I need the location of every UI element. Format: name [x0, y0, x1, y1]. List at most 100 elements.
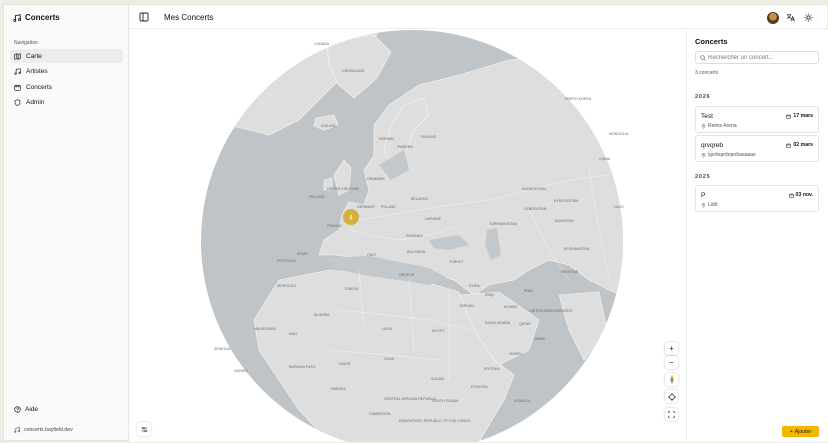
concert-card[interactable]: P 03 nov. Lddl: [695, 185, 819, 212]
map-label: PAKISTAN: [561, 270, 579, 274]
map-label: SYRIA: [469, 284, 480, 288]
map-label: IRAN: [524, 289, 533, 293]
concert-cluster-marker[interactable]: 4: [343, 209, 359, 225]
sidebar-item-label: Admin: [26, 99, 45, 106]
concert-date: 03 nov.: [788, 192, 813, 198]
map-label: SUDAN: [431, 377, 444, 381]
map-label: CAMEROON: [369, 412, 391, 416]
footer-link-label: concerts.bayfield.dev: [24, 427, 73, 433]
map-label: CANADA: [314, 42, 330, 46]
map-label: UNITED KINGDOM: [327, 187, 359, 191]
map-label: MOROCCO: [277, 284, 296, 288]
sidebar-item-label: Artistes: [26, 68, 48, 75]
map-label: DENMARK: [367, 177, 386, 181]
compass-icon: [669, 375, 674, 384]
footer-site-link[interactable]: concerts.bayfield.dev: [14, 427, 73, 433]
map-label: BURKINA FASO: [289, 365, 316, 369]
map-label: GREECE: [399, 273, 415, 277]
calendar-icon: [786, 143, 792, 148]
add-concert-button[interactable]: + Ajouter: [782, 426, 819, 437]
map-label: GREENLAND: [342, 69, 365, 73]
concert-card[interactable]: Test 17 mars Reims Arena: [695, 106, 819, 133]
map-settings-button[interactable]: [137, 422, 151, 436]
concert-venue: Lddl: [701, 202, 717, 208]
zoom-out-button[interactable]: −: [665, 356, 678, 369]
year-heading: 2025: [695, 174, 711, 180]
concert-card[interactable]: qrvqreb 02 mars igerbqerbqerbaaaaas: [695, 135, 819, 162]
concert-venue-text: Reims Arena: [708, 123, 737, 129]
translate-icon[interactable]: [786, 13, 795, 22]
map-label: UNITED ARAB EMIRATES: [529, 309, 573, 313]
map-label: MONGOLIA: [609, 132, 629, 136]
concert-name: Test: [701, 113, 713, 120]
map-label: TURKEY: [449, 260, 464, 264]
map-label: AFGHANISTAN: [564, 247, 590, 251]
sidebar-item-concerts[interactable]: Concerts: [10, 80, 123, 94]
map-label: FRANCE: [327, 224, 342, 228]
map-label: LIBYA: [382, 327, 393, 331]
map-icon: [14, 52, 21, 60]
sidebar-item-artistes[interactable]: Artistes: [10, 65, 123, 79]
map-label: TAJIKISTAN: [554, 219, 574, 223]
map-view[interactable]: CANADA GREENLAND ICELAND NORWAY SWEDEN F…: [129, 30, 686, 442]
map-label: IRAQ: [485, 293, 494, 297]
zoom-in-button[interactable]: +: [665, 342, 678, 355]
panel-title: Concerts: [695, 37, 728, 46]
app-title: Concerts: [25, 13, 60, 22]
calendar-icon: [788, 193, 794, 198]
minus-icon: −: [669, 358, 674, 367]
compass-button[interactable]: [665, 373, 678, 386]
concert-venue: igerbqerbqerbaaaaas: [701, 152, 756, 158]
map-label: BULGARIA: [407, 250, 426, 254]
map-label: ALGERIA: [314, 313, 330, 317]
concert-date-text: 02 mars: [793, 142, 813, 148]
page-title: Mes Concerts: [164, 13, 214, 22]
plus-icon: +: [669, 344, 674, 353]
sidebar-toggle-icon[interactable]: [139, 12, 149, 22]
search-box[interactable]: [695, 51, 819, 64]
year-heading: 2026: [695, 94, 711, 100]
map-label: UKRAINE: [425, 217, 442, 221]
app-brand[interactable]: Concerts: [13, 13, 60, 22]
map-label: ERITREA: [484, 367, 500, 371]
fullscreen-button[interactable]: [665, 408, 678, 421]
map-label: SAUDI ARABIA: [485, 321, 511, 325]
concert-venue-text: Lddl: [708, 202, 718, 208]
add-concert-label: Ajouter: [794, 428, 812, 435]
avatar[interactable]: [767, 12, 779, 24]
shield-icon: [14, 99, 21, 106]
locate-button[interactable]: [665, 390, 678, 403]
sidebar-nav: Carte Artistes Concerts Admin: [10, 49, 123, 111]
help-circle-icon: [14, 406, 21, 413]
top-bar: Mes Concerts: [129, 5, 827, 29]
map-label: MAURITANIA: [254, 327, 276, 331]
map-label: ETHIOPIA: [471, 385, 488, 389]
map-label: NIGER: [339, 362, 351, 366]
map-pin-icon: [701, 202, 706, 208]
map-pin-icon: [701, 123, 706, 129]
map-label: CENTRAL AFRICAN REPUBLIC: [384, 397, 437, 401]
plus-icon: +: [789, 428, 793, 435]
search-input[interactable]: [708, 53, 816, 63]
sun-icon[interactable]: [804, 13, 813, 22]
calendar-icon: [14, 84, 21, 91]
sidebar-item-carte[interactable]: Carte: [10, 49, 123, 63]
concert-date: 17 mars: [786, 113, 813, 119]
locate-icon: [667, 392, 676, 401]
map-label: OMAN: [534, 337, 545, 341]
map-label: EGYPT: [432, 329, 445, 333]
map-label: JORDAN: [459, 304, 474, 308]
globe-map[interactable]: CANADA GREENLAND ICELAND NORWAY SWEDEN F…: [129, 30, 686, 442]
map-label: SPAIN: [297, 252, 308, 256]
sliders-icon: [141, 426, 147, 432]
map-label: NIGERIA: [331, 387, 346, 391]
map-label: POLAND: [381, 205, 396, 209]
map-label: DEMOCRATIC REPUBLIC OF THE CONGO: [399, 419, 471, 423]
search-icon: [700, 55, 706, 61]
map-label: QATAR: [519, 322, 531, 326]
help-link[interactable]: Aide: [14, 406, 38, 413]
sidebar-item-admin[interactable]: Admin: [10, 96, 123, 110]
sidebar-item-label: Carte: [26, 52, 42, 60]
map-label: TURKMENISTAN: [489, 222, 517, 226]
map-label: GERMANY: [357, 205, 376, 209]
